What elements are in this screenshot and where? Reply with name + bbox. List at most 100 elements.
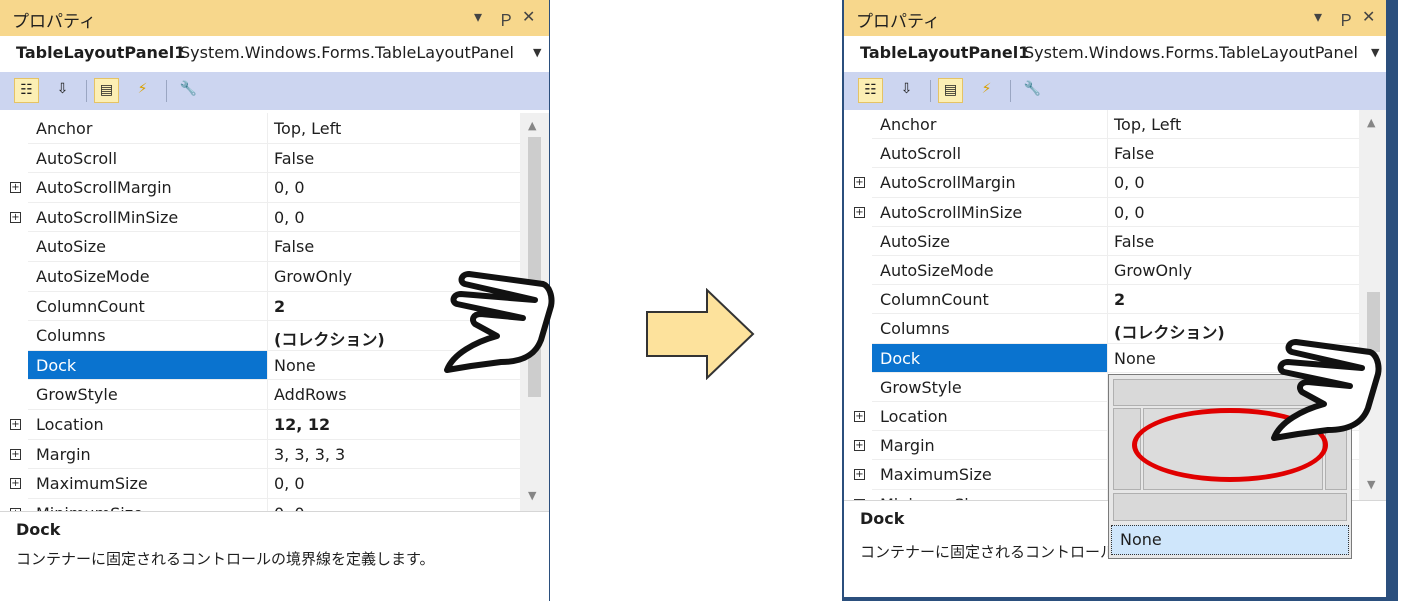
object-name: TableLayoutPanel1: [860, 43, 1030, 62]
property-value[interactable]: None: [1114, 349, 1156, 368]
properties-icon[interactable]: ▤: [94, 78, 119, 103]
object-selector[interactable]: TableLayoutPanel1 System.Windows.Forms.T…: [844, 36, 1386, 69]
close-icon[interactable]: ✕: [1362, 7, 1375, 26]
property-value[interactable]: 0, 0: [274, 504, 305, 511]
expand-icon[interactable]: +: [854, 440, 865, 452]
property-name: Location: [880, 407, 948, 426]
pointing-hand-icon: [1271, 339, 1382, 441]
scroll-down-icon[interactable]: ▼: [528, 489, 536, 502]
property-row-autoscrollminsize[interactable]: + AutoScrollMinSize 0, 0: [0, 203, 520, 233]
property-name: GrowStyle: [880, 377, 962, 397]
close-icon[interactable]: ✕: [522, 7, 535, 26]
pointing-hand-icon: [444, 271, 555, 373]
property-row-autoscrollmargin[interactable]: + AutoScrollMargin 0, 0: [0, 173, 520, 203]
expand-icon[interactable]: +: [854, 206, 865, 218]
property-name: Dock: [880, 348, 921, 368]
property-value[interactable]: 12, 12: [274, 415, 330, 434]
expand-icon[interactable]: +: [854, 411, 865, 422]
property-pages-icon[interactable]: 🔧: [176, 78, 201, 103]
scroll-up-icon[interactable]: ▲: [1367, 116, 1375, 129]
property-row-autosizemode[interactable]: AutoSizeMode GrowOnly: [844, 256, 1359, 286]
scroll-up-icon[interactable]: ▲: [528, 119, 536, 132]
property-value[interactable]: False: [274, 237, 314, 256]
property-row-margin[interactable]: + Margin 3, 3, 3, 3: [0, 440, 520, 470]
toolbar-separator: [930, 80, 931, 102]
expand-icon[interactable]: +: [10, 182, 21, 194]
property-value[interactable]: None: [274, 356, 316, 375]
toolbar-separator: [166, 80, 167, 102]
property-name: MaximumSize: [36, 474, 148, 494]
property-value[interactable]: AddRows: [274, 385, 347, 404]
property-value[interactable]: GrowOnly: [274, 267, 352, 286]
property-row-autoscrollminsize[interactable]: + AutoScrollMinSize 0, 0: [844, 198, 1359, 227]
property-value[interactable]: 0, 0: [274, 208, 305, 227]
property-value[interactable]: 2: [1114, 290, 1125, 309]
categorized-icon[interactable]: ☷: [858, 78, 883, 103]
properties-icon[interactable]: ▤: [938, 78, 963, 103]
title-bar: プロパティ ▾ Ｐ ✕: [844, 0, 1386, 36]
object-type: System.Windows.Forms.TableLayoutPanel: [180, 43, 514, 62]
dock-none-option[interactable]: None: [1111, 525, 1349, 555]
property-row-autoscroll[interactable]: AutoScroll False: [0, 144, 520, 174]
property-value[interactable]: (コレクション): [1114, 319, 1225, 343]
events-icon[interactable]: ⚡: [974, 78, 999, 103]
property-name: GrowStyle: [36, 385, 118, 405]
property-value[interactable]: 2: [274, 297, 285, 316]
property-pages-icon[interactable]: 🔧: [1020, 78, 1045, 103]
categorized-icon[interactable]: ☷: [14, 78, 39, 103]
alphabetical-icon[interactable]: ⇩: [50, 78, 75, 103]
toolbar-separator: [1010, 80, 1011, 102]
arrow-right-icon: [646, 288, 755, 380]
property-name: ColumnCount: [880, 290, 989, 310]
property-value[interactable]: False: [274, 149, 314, 168]
property-value[interactable]: Top, Left: [274, 119, 341, 138]
property-name: Margin: [36, 444, 91, 464]
property-value[interactable]: (コレクション): [274, 326, 385, 350]
window-title: プロパティ: [12, 12, 96, 32]
object-selector[interactable]: TableLayoutPanel1 System.Windows.Forms.T…: [0, 36, 549, 69]
expand-icon[interactable]: +: [10, 448, 21, 460]
expand-icon[interactable]: +: [10, 211, 21, 223]
property-value[interactable]: Top, Left: [1114, 115, 1181, 134]
property-value[interactable]: 0, 0: [274, 474, 305, 493]
property-value[interactable]: False: [1114, 232, 1154, 251]
scroll-down-icon[interactable]: ▼: [1367, 478, 1375, 491]
property-row-location[interactable]: + Location 12, 12: [0, 410, 520, 440]
toolbar-separator: [86, 80, 87, 102]
pin-icon[interactable]: Ｐ: [498, 7, 514, 31]
property-row-maximumsize[interactable]: + MaximumSize 0, 0: [0, 469, 520, 499]
expand-icon[interactable]: +: [854, 177, 865, 189]
window-menu-icon[interactable]: ▾: [1314, 7, 1322, 26]
property-row-columncount[interactable]: ColumnCount 2: [844, 285, 1359, 315]
property-value[interactable]: 0, 0: [1114, 203, 1145, 222]
pin-icon[interactable]: Ｐ: [1338, 7, 1354, 31]
events-icon[interactable]: ⚡: [130, 78, 155, 103]
property-name: Anchor: [36, 119, 93, 138]
property-name: AutoSize: [880, 231, 950, 251]
property-row-autoscroll[interactable]: AutoScroll False: [844, 139, 1359, 169]
property-row-growstyle[interactable]: GrowStyle AddRows: [0, 380, 520, 410]
window-menu-icon[interactable]: ▾: [474, 7, 482, 26]
property-row-autoscrollmargin[interactable]: + AutoScrollMargin 0, 0: [844, 168, 1359, 198]
property-row-autosize[interactable]: AutoSize False: [0, 232, 520, 262]
property-row-anchor[interactable]: Anchor Top, Left: [0, 114, 520, 144]
chevron-down-icon[interactable]: ▼: [1371, 46, 1379, 59]
property-name: AutoScrollMargin: [880, 173, 1016, 193]
property-name: AutoScrollMinSize: [36, 207, 179, 227]
expand-icon[interactable]: +: [10, 419, 21, 430]
property-name: Margin: [880, 436, 935, 456]
expand-icon[interactable]: +: [854, 469, 865, 481]
property-value[interactable]: 0, 0: [274, 178, 305, 197]
dock-bottom-option[interactable]: [1113, 493, 1347, 521]
property-value[interactable]: False: [1114, 144, 1154, 163]
property-row-minimumsize[interactable]: +MinimumSize0, 0: [0, 499, 520, 511]
chevron-down-icon[interactable]: ▼: [533, 46, 541, 59]
property-value[interactable]: 3, 3, 3, 3: [274, 445, 345, 464]
property-value[interactable]: 0, 0: [1114, 173, 1145, 192]
expand-icon[interactable]: +: [10, 478, 21, 490]
property-row-autosize[interactable]: AutoSize False: [844, 227, 1359, 256]
alphabetical-icon[interactable]: ⇩: [894, 78, 919, 103]
object-type: System.Windows.Forms.TableLayoutPanel: [1024, 43, 1358, 62]
property-value[interactable]: GrowOnly: [1114, 261, 1192, 280]
property-row-anchor[interactable]: Anchor Top, Left: [844, 110, 1359, 140]
